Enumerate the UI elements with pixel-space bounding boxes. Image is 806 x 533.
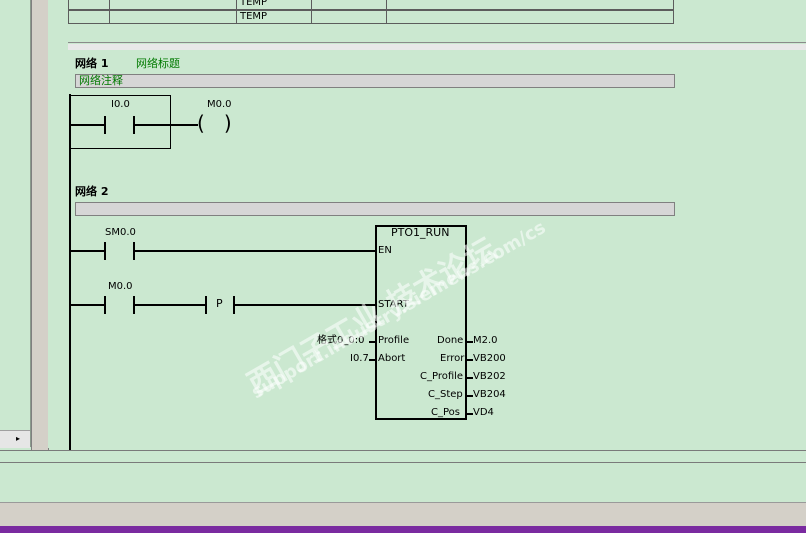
c-step-value[interactable]: VB204	[473, 389, 506, 401]
pin-profile: Profile	[378, 335, 410, 346]
pin-stub	[466, 341, 473, 343]
table-row[interactable]	[68, 0, 110, 10]
coil-m00[interactable]: ( )	[197, 112, 232, 134]
pin-abort: Abort	[378, 353, 406, 364]
contact-sm00[interactable]	[104, 242, 106, 260]
rung-wire	[71, 250, 105, 252]
abort-value[interactable]: I0.7	[350, 353, 369, 365]
table-splitter[interactable]	[68, 42, 806, 43]
var-type-cell: TEMP	[236, 0, 312, 10]
pin-c-pos: C_Pos	[431, 407, 460, 418]
done-value[interactable]: M2.0	[473, 335, 498, 347]
rung-wire	[134, 124, 198, 126]
table-row[interactable]	[109, 0, 237, 10]
pin-stub	[466, 395, 473, 397]
table-row[interactable]	[68, 10, 110, 24]
network-1-title[interactable]: 网络标题	[136, 55, 180, 71]
profile-value[interactable]: 格式0_0:0	[317, 335, 364, 347]
status-bar	[0, 502, 806, 527]
taskbar-edge	[0, 526, 806, 533]
local-variable-table: TEMP TEMP	[68, 0, 674, 26]
pin-done: Done	[437, 335, 464, 346]
table-cell	[311, 10, 387, 24]
edge-p-left	[205, 296, 207, 314]
block-name: PTO1_RUN	[391, 226, 450, 239]
output-pane	[0, 462, 806, 503]
c-profile-value[interactable]: VB202	[473, 371, 506, 383]
pin-en: EN	[378, 245, 392, 256]
table-cell	[386, 0, 674, 10]
network-2-label: 网络 2	[75, 185, 109, 198]
rung-wire	[71, 124, 105, 126]
pin-c-profile: C_Profile	[420, 371, 464, 382]
pin-stub	[466, 413, 473, 415]
table-cell	[311, 0, 387, 10]
network-1-label: 网络 1	[75, 57, 109, 70]
network-1-comment: 网络注释	[79, 74, 123, 87]
pin-stub	[369, 341, 376, 343]
error-value[interactable]: VB200	[473, 353, 506, 365]
coil-m00-label: M0.0	[207, 99, 232, 110]
contact-sm00-label: SM0.0	[105, 227, 136, 238]
rung-wire	[134, 304, 206, 306]
contact-m00[interactable]	[104, 296, 106, 314]
network-2-comment-bar[interactable]	[75, 202, 675, 216]
network-1-comment-bar[interactable]: 网络注释	[75, 74, 675, 88]
pin-error: Error	[440, 353, 465, 364]
pin-start: START	[378, 299, 409, 310]
contact-i00-label: I0.0	[111, 99, 130, 110]
rung-wire	[134, 250, 376, 252]
pin-stub	[466, 359, 473, 361]
horizontal-scrollbar[interactable]: ▸	[0, 430, 30, 448]
edge-p-label[interactable]: P	[216, 298, 223, 310]
contact-m00-label: M0.0	[108, 281, 133, 292]
pin-stub	[369, 359, 376, 361]
var-type-cell: TEMP	[236, 10, 312, 24]
rung-wire	[71, 304, 105, 306]
contact-i00[interactable]	[104, 116, 106, 134]
table-cell	[386, 10, 674, 24]
splitter-light	[68, 44, 806, 50]
project-tree-pane	[0, 0, 31, 447]
scroll-right-arrow-icon[interactable]: ▸	[16, 434, 20, 443]
c-pos-value[interactable]: VD4	[473, 407, 494, 419]
pin-c-step: C_Step	[428, 389, 463, 400]
editor-gutter	[31, 0, 49, 450]
rung-wire	[234, 304, 376, 306]
table-row[interactable]	[109, 10, 237, 24]
pin-stub	[466, 377, 473, 379]
